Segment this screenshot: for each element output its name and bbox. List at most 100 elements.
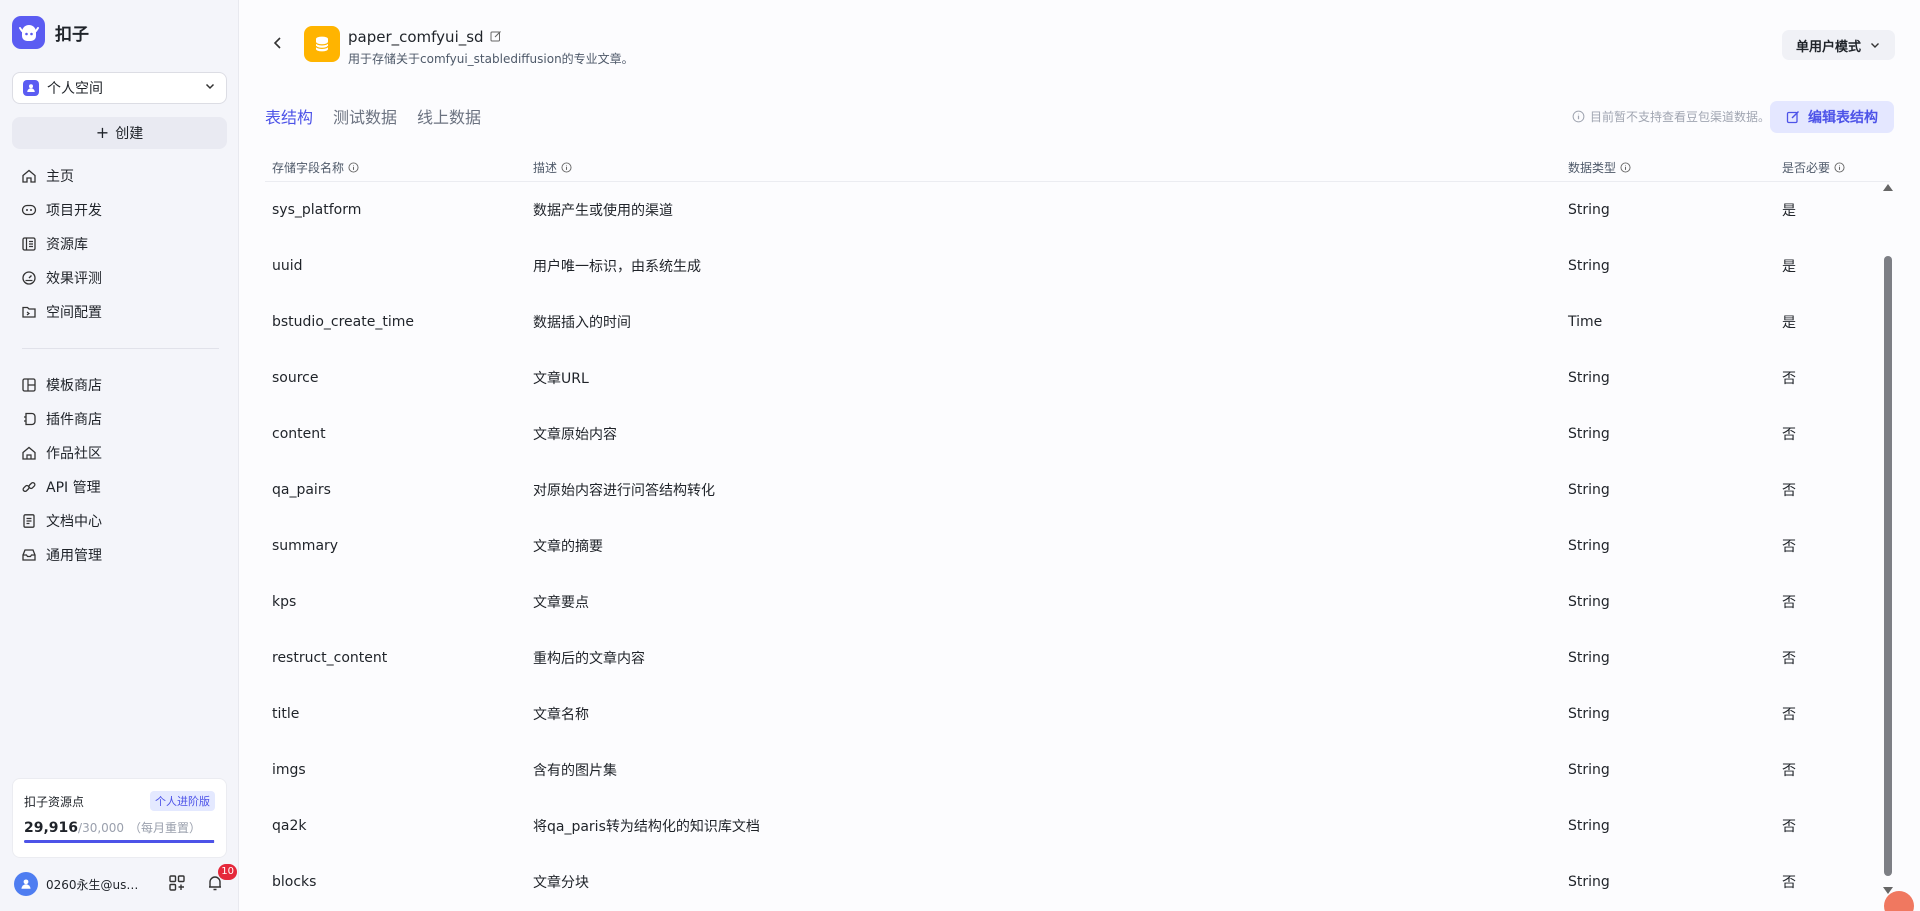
brand[interactable]: 扣子 xyxy=(12,16,89,49)
required-cell: 否 xyxy=(1782,763,1796,779)
nav-item-projects[interactable]: 项目开发 xyxy=(12,193,227,227)
link-icon xyxy=(22,482,36,492)
folder-settings-icon xyxy=(22,306,36,318)
info-icon xyxy=(348,162,359,173)
secondary-nav: 模板商店 插件商店 作品社区 API 管理 文档中心 通用管理 xyxy=(12,368,227,572)
table-row: content 文章原始内容 String 否 xyxy=(265,406,1890,462)
required-cell: 否 xyxy=(1782,875,1796,891)
scroll-up-arrow[interactable] xyxy=(1883,184,1893,191)
table-header: 存储字段名称 描述 数据类型 是否必要 xyxy=(265,154,1890,182)
data-type-cell: String xyxy=(1568,202,1610,218)
bot-icon xyxy=(21,204,37,216)
nav-item-evaluation[interactable]: 效果评测 xyxy=(12,261,227,295)
required-cell: 否 xyxy=(1782,371,1796,387)
nav-label: 主页 xyxy=(46,169,74,185)
nav-label: 插件商店 xyxy=(46,412,102,428)
create-button[interactable]: + 创建 xyxy=(12,117,227,149)
chevron-down-icon xyxy=(1871,43,1879,48)
assistant-bubble[interactable] xyxy=(1884,891,1914,911)
description-cell: 数据产生或使用的渠道 xyxy=(533,203,673,219)
tab-table-structure[interactable]: 表结构 xyxy=(265,104,313,134)
nav-label: 通用管理 xyxy=(46,548,102,564)
quota-card[interactable]: 扣子资源点 个人进阶版 29,916/30,000 （每月重置） xyxy=(12,778,227,858)
required-cell: 否 xyxy=(1782,539,1796,555)
chevron-down-icon xyxy=(204,80,216,96)
quota-title: 扣子资源点 xyxy=(24,794,85,809)
nav-item-library[interactable]: 资源库 xyxy=(12,227,227,261)
plus-icon: + xyxy=(95,123,110,142)
description-cell: 文章要点 xyxy=(533,595,589,611)
user-mode-dropdown[interactable]: 单用户模式 xyxy=(1781,30,1895,60)
nav-item-general-admin[interactable]: 通用管理 xyxy=(12,538,227,572)
field-name-cell: content xyxy=(272,426,326,442)
back-button[interactable] xyxy=(270,35,286,55)
table-row: summary 文章的摘要 String 否 xyxy=(265,518,1890,574)
nav-item-space-config[interactable]: 空间配置 xyxy=(12,295,227,329)
tab-test-data[interactable]: 测试数据 xyxy=(333,104,397,134)
nav-item-docs[interactable]: 文档中心 xyxy=(12,504,227,538)
channel-notice: 目前暂不支持查看豆包渠道数据。 xyxy=(1572,108,1770,125)
data-type-cell: String xyxy=(1568,482,1610,498)
page-header: paper_comfyui_sd 用于存储关于comfyui_stabledif… xyxy=(240,24,1920,68)
quota-usage: 29,916/30,000 （每月重置） xyxy=(24,819,215,836)
plan-badge: 个人进阶版 xyxy=(150,791,215,811)
nav-label: 资源库 xyxy=(46,237,88,253)
nav-label: 项目开发 xyxy=(46,203,102,219)
edit-table-structure-button[interactable]: 编辑表结构 xyxy=(1770,101,1894,133)
space-selector[interactable]: 个人空间 xyxy=(12,72,227,104)
primary-nav: 主页 项目开发 资源库 效果评测 空间配置 xyxy=(12,159,227,329)
page-title: paper_comfyui_sd xyxy=(348,27,484,46)
field-name-cell: qa2k xyxy=(272,818,307,834)
info-icon xyxy=(561,162,572,173)
required-cell: 否 xyxy=(1782,651,1796,667)
nav-label: 效果评测 xyxy=(46,271,102,287)
edit-title-icon[interactable] xyxy=(490,27,502,46)
nav-item-community[interactable]: 作品社区 xyxy=(12,436,227,470)
data-type-cell: String xyxy=(1568,874,1610,890)
create-label: 创建 xyxy=(115,126,144,142)
tab-online-data[interactable]: 线上数据 xyxy=(417,104,481,134)
field-name-cell: source xyxy=(272,370,319,386)
data-type-cell: String xyxy=(1568,594,1610,610)
description-cell: 数据插入的时间 xyxy=(533,315,631,331)
nav-item-plugin-store[interactable]: 插件商店 xyxy=(12,402,227,436)
description-cell: 对原始内容进行问答结构转化 xyxy=(533,483,715,499)
nav-item-home[interactable]: 主页 xyxy=(12,159,227,193)
table-row: qa_pairs 对原始内容进行问答结构转化 String 否 xyxy=(265,462,1890,518)
field-name-cell: uuid xyxy=(272,258,303,274)
tab-bar: 表结构 测试数据 线上数据 xyxy=(265,104,481,134)
required-cell: 否 xyxy=(1782,819,1796,835)
nav-label: API 管理 xyxy=(46,480,101,496)
apps-grid-icon[interactable] xyxy=(168,874,186,895)
description-cell: 文章名称 xyxy=(533,707,589,723)
table-row: kps 文章要点 String 否 xyxy=(265,574,1890,630)
info-icon xyxy=(1620,162,1631,173)
description-cell: 用户唯一标识，由系统生成 xyxy=(533,259,701,275)
table-body: sys_platform 数据产生或使用的渠道 String 是 uuid 用户唯一标识，… xyxy=(265,182,1890,911)
nav-item-api[interactable]: API 管理 xyxy=(12,470,227,504)
description-cell: 文章URL xyxy=(533,371,589,387)
nav-label: 模板商店 xyxy=(46,378,102,394)
info-icon xyxy=(1834,162,1845,173)
field-name-cell: kps xyxy=(272,594,297,610)
field-name-cell: bstudio_create_time xyxy=(272,314,414,330)
data-type-cell: String xyxy=(1568,426,1610,442)
scroll-thumb[interactable] xyxy=(1884,256,1892,876)
scrollbar[interactable] xyxy=(1883,184,1893,894)
table-row: sys_platform 数据产生或使用的渠道 String 是 xyxy=(265,182,1890,238)
description-cell: 含有的图片集 xyxy=(533,763,617,779)
column-header: 是否必要 xyxy=(1775,159,1890,176)
nav-label: 作品社区 xyxy=(46,446,102,462)
nav-item-template-store[interactable]: 模板商店 xyxy=(12,368,227,402)
data-type-cell: String xyxy=(1568,818,1610,834)
sidebar: 扣子 个人空间 + 创建 主页 项目开发 资源库 效果评测 空间配置 模板商店 … xyxy=(0,0,239,911)
description-cell: 文章原始内容 xyxy=(533,427,617,443)
notification-button[interactable]: 10 xyxy=(206,863,237,895)
user-name[interactable]: 0260永生@us… xyxy=(46,876,146,893)
avatar[interactable] xyxy=(14,872,38,896)
column-header: 描述 xyxy=(526,159,1561,176)
page-subtitle: 用于存储关于comfyui_stablediffusion的专业文章。 xyxy=(348,52,634,66)
quota-progress-bar xyxy=(24,840,215,843)
table-row: source 文章URL String 否 xyxy=(265,350,1890,406)
data-type-cell: String xyxy=(1568,370,1610,386)
